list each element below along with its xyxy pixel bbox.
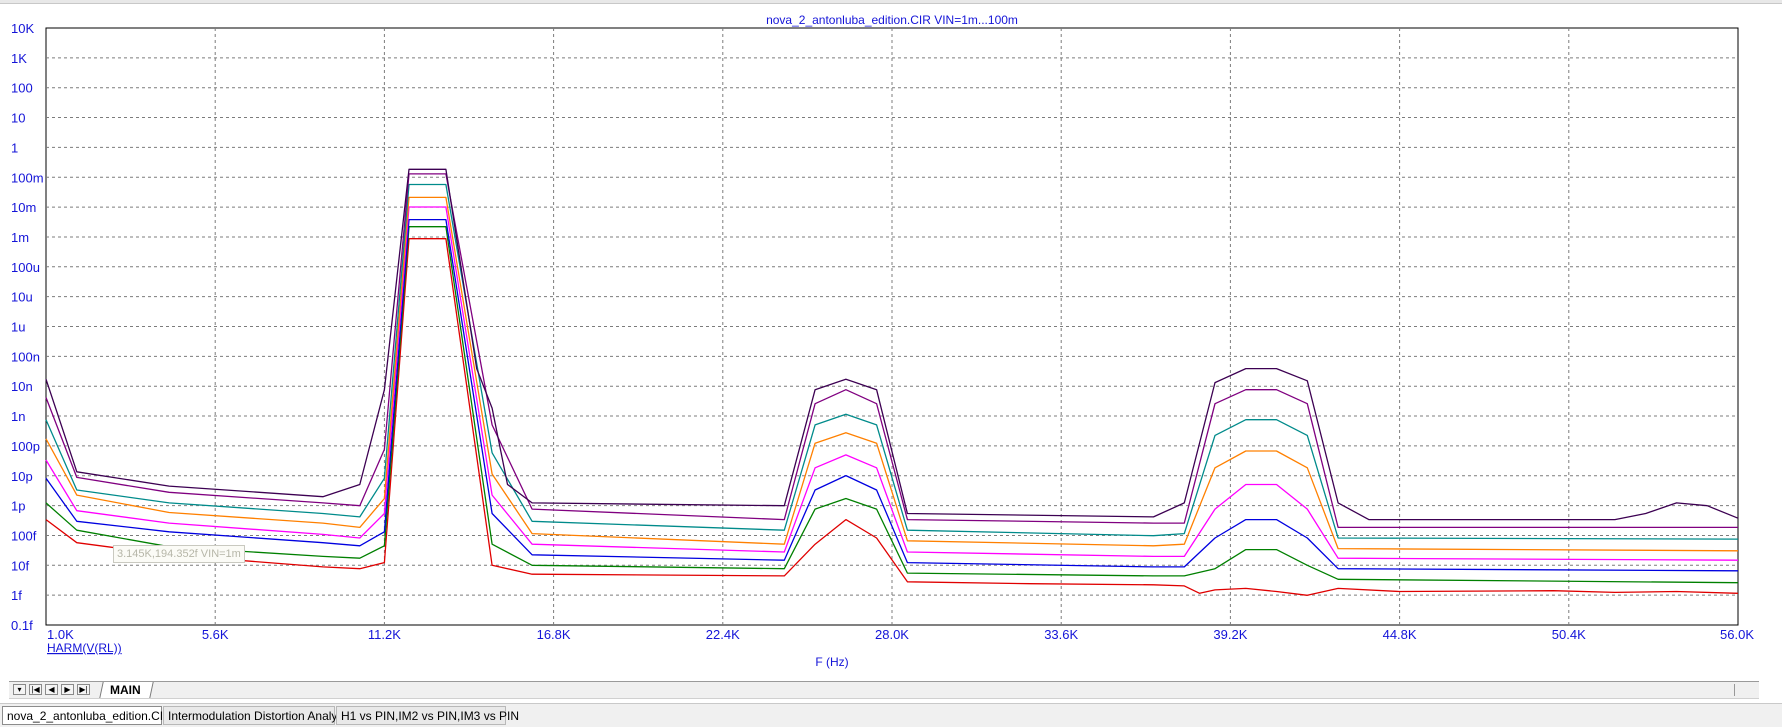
y-tick-label: 1K	[11, 51, 27, 66]
sheet-tab-main[interactable]: MAIN	[99, 682, 154, 698]
prev-sheet-button[interactable]: ◀	[45, 684, 58, 695]
y-tick-label: 100u	[11, 260, 40, 275]
harmonic-plot[interactable]: 10K 1K 100 10 1 100m 10m 1m 100u 10u 1u 100n 10n 1n 10…	[0, 0, 1782, 690]
y-tick-label: 100p	[11, 439, 40, 454]
y-tick-label: 1	[11, 140, 18, 155]
x-tick-label: 39.2K	[1213, 627, 1247, 642]
y-tick-label: 10f	[11, 558, 29, 573]
sheet-scroll-divider[interactable]	[1734, 684, 1741, 696]
x-axis-label: F (Hz)	[815, 655, 848, 669]
x-tick-label: 1.0K	[47, 627, 74, 642]
x-tick-label: 16.8K	[537, 627, 571, 642]
y-tick-label: 10K	[11, 21, 34, 36]
file-tab-circuit[interactable]: nova_2_antonluba_edition.CIR	[2, 706, 172, 725]
y-tick-label: 100m	[11, 170, 44, 185]
x-tick-label: 11.2K	[368, 627, 401, 642]
x-tick-label: 33.6K	[1044, 627, 1078, 642]
y-tick-label: 100n	[11, 349, 40, 364]
first-sheet-button[interactable]: |◀	[29, 684, 42, 695]
last-sheet-button[interactable]: ▶|	[77, 684, 90, 695]
y-tick-label: 100f	[11, 528, 37, 543]
y-tick-label: 10m	[11, 200, 36, 215]
x-tick-label: 22.4K	[706, 627, 740, 642]
y-tick-labels: 10K 1K 100 10 1 100m 10m 1m 100u 10u 1u 100n 10n 1n 10…	[11, 21, 44, 633]
y-tick-label: 1f	[11, 588, 22, 603]
y-tick-label: 1p	[11, 499, 25, 514]
next-sheet-button[interactable]: ▶	[61, 684, 74, 695]
y-tick-label: 0.1f	[11, 618, 33, 633]
y-tick-label: 1m	[11, 230, 29, 245]
x-tick-label: 56.0K	[1720, 627, 1754, 642]
y-tick-label: 10p	[11, 469, 33, 484]
x-tick-labels: 1.0K 5.6K 11.2K 16.8K 22.4K 28.0K 33.6K 39.2K 44…	[47, 627, 1754, 642]
y-tick-label: 1n	[11, 409, 25, 424]
file-tab-bar: nova_2_antonluba_edition.CIR Intermodula…	[0, 703, 1782, 727]
sheet-menu-button[interactable]: ▾	[13, 684, 26, 695]
y-tick-label: 100	[11, 81, 33, 96]
file-tab-imd-analysis[interactable]: Intermodulation Distortion Analysis	[163, 706, 352, 725]
cursor-readout: 3.145K,194.352f VIN=1m	[113, 545, 245, 563]
y-tick-label: 10	[11, 111, 25, 126]
y-tick-label: 1u	[11, 320, 25, 335]
x-tick-label: 44.8K	[1383, 627, 1417, 642]
sheet-tab-bar: ▾ |◀ ◀ ▶ ▶| MAIN	[9, 681, 1759, 699]
chart-title: nova_2_antonluba_edition.CIR VIN=1m...10…	[766, 13, 1018, 27]
x-tick-label: 28.0K	[875, 627, 909, 642]
y-tick-label: 10u	[11, 290, 33, 305]
y-variable-label[interactable]: HARM(V(RL))	[47, 641, 122, 655]
x-tick-label: 50.4K	[1552, 627, 1586, 642]
sheet-tab-label: MAIN	[110, 683, 141, 697]
x-tick-label: 5.6K	[202, 627, 229, 642]
y-tick-label: 10n	[11, 379, 33, 394]
file-tab-h1-vs-pin[interactable]: H1 vs PIN,IM2 vs PIN,IM3 vs PIN	[336, 706, 519, 725]
